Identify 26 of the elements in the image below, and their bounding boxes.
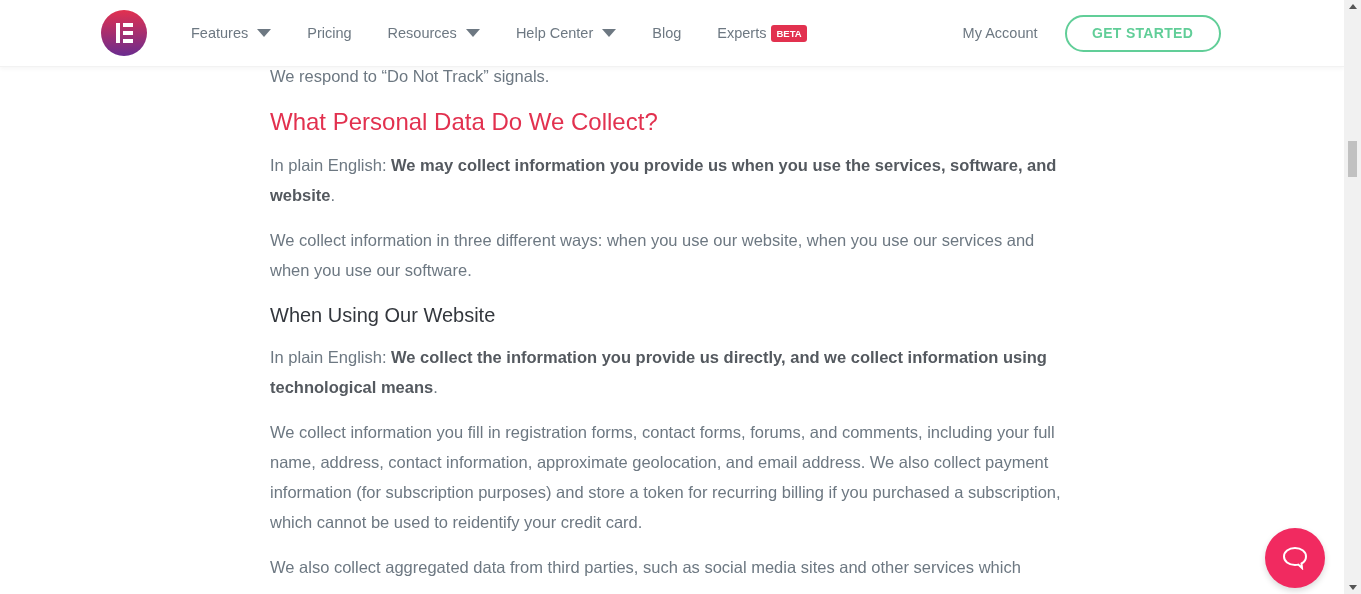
chat-button[interactable] bbox=[1265, 528, 1325, 588]
nav-link[interactable]: Resources bbox=[387, 25, 480, 41]
caret-icon bbox=[465, 29, 480, 37]
section-heading: What Personal Data Do We Collect? bbox=[270, 107, 659, 137]
nav-link[interactable]: Help Center bbox=[515, 25, 617, 41]
scrollbar[interactable] bbox=[1344, 0, 1361, 594]
nav-link[interactable]: Pricing bbox=[307, 25, 352, 41]
nav-link[interactable]: Blog bbox=[652, 25, 682, 41]
scroll-down-icon[interactable] bbox=[1348, 585, 1357, 590]
scroll-up-icon[interactable] bbox=[1348, 4, 1357, 9]
paragraph: We collect information you fill in registration forms, contact forms, forums, and comments, including your full name, address, contact information, approximate geolocation, and email address. We also collect payment information (for subscription purposes) and store a token for recurring billing if you purchased a subscription, which cannot be used to reidentify your credit card. bbox=[270, 422, 1062, 533]
beta-badge: BETA bbox=[771, 24, 807, 42]
paragraph: We also collect aggregated data from third parties, such as social media sites and other services which bbox=[270, 557, 1022, 578]
paragraph: We respond to “Do Not Track” signals. bbox=[270, 66, 551, 87]
caret-icon bbox=[602, 29, 617, 37]
caret-icon bbox=[257, 29, 272, 37]
scrollbar-thumb[interactable] bbox=[1348, 141, 1357, 177]
paragraph: In plain English: We may collect information you provide us when you use the services, software, and website. bbox=[270, 155, 1058, 206]
paragraph: We collect information in three different ways: when you use our website, when you use our services and when you use our software. bbox=[270, 230, 1036, 281]
nav-link[interactable]: Features bbox=[191, 25, 272, 41]
nav-link[interactable]: Experts BETA bbox=[717, 24, 807, 42]
logo-icon[interactable] bbox=[101, 10, 147, 56]
paragraph: In plain English: We collect the information you provide us directly, and we collect information using technological means. bbox=[270, 347, 1048, 398]
chat-bubble-icon bbox=[1282, 546, 1308, 570]
subsection-heading: When Using Our Website bbox=[270, 303, 497, 328]
account-link[interactable]: My Account bbox=[962, 25, 1038, 41]
